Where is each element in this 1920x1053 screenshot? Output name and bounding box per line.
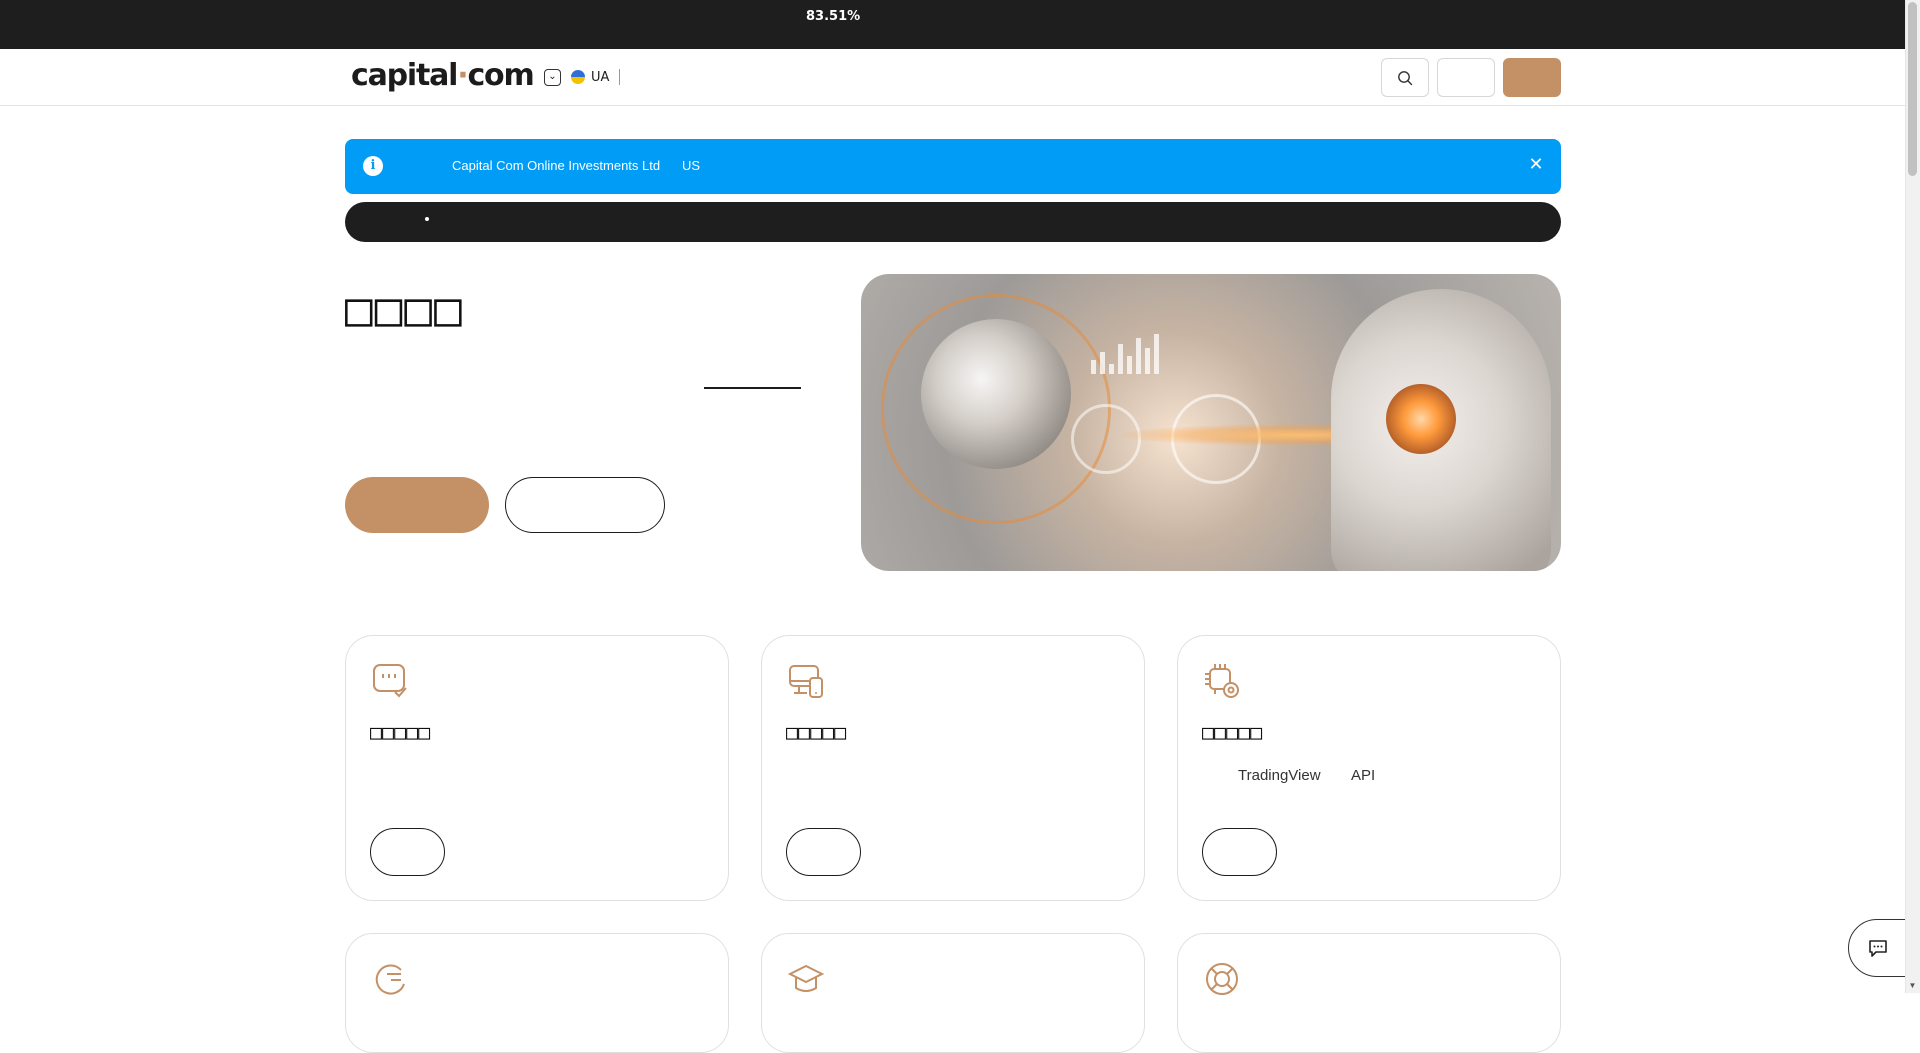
card-learn-more-button[interactable] bbox=[1202, 828, 1277, 876]
header-divider bbox=[619, 69, 621, 85]
card-title: □□□□□ bbox=[1202, 720, 1263, 744]
info-banner: i Capital Com Online Investments Ltd US … bbox=[345, 139, 1561, 194]
site-header: capital·com ⌄ UA bbox=[0, 49, 1905, 106]
feature-card: □□□□□ TradingView API bbox=[1177, 635, 1561, 901]
card-title: □□□□□ bbox=[370, 720, 431, 744]
chevron-down-icon[interactable]: ⌄ bbox=[544, 68, 561, 86]
devices-icon bbox=[789, 665, 823, 698]
feature-card bbox=[761, 933, 1145, 1053]
card-description-api: API bbox=[1351, 767, 1376, 784]
capital-com-logo[interactable]: capital·com bbox=[351, 58, 535, 93]
card-description-tradingview: TradingView bbox=[1238, 767, 1321, 784]
hero-secondary-button[interactable] bbox=[505, 477, 665, 533]
chat-bubble-icon bbox=[1869, 940, 1887, 957]
image-bar-graphic bbox=[1091, 334, 1161, 374]
image-ring bbox=[1071, 404, 1141, 474]
top-status-bar: 83.51% bbox=[0, 0, 1905, 49]
search-icon bbox=[1398, 70, 1413, 85]
banner-text: Capital Com Online Investments Ltd bbox=[452, 158, 661, 173]
scrollbar-thumb[interactable] bbox=[1908, 2, 1917, 176]
hero-underline bbox=[704, 387, 801, 389]
image-robot-eye bbox=[1386, 384, 1456, 454]
percent-indicator: 83.51% bbox=[806, 9, 861, 24]
logo-dot: · bbox=[457, 58, 468, 93]
feature-card bbox=[345, 933, 729, 1053]
language-code[interactable]: UA bbox=[591, 70, 609, 85]
graduation-cap-icon bbox=[787, 964, 825, 992]
refresh-list-icon bbox=[375, 964, 405, 995]
language-selector[interactable]: ⌄ UA bbox=[544, 65, 621, 89]
card-title: □□□□□ bbox=[786, 720, 847, 744]
hero-primary-button[interactable] bbox=[345, 477, 489, 533]
hero-title: □□□□ bbox=[345, 282, 464, 336]
chat-check-icon bbox=[373, 664, 407, 698]
hero-ai-robot-image bbox=[861, 274, 1561, 571]
feature-card: □□□□□ bbox=[761, 635, 1145, 901]
ukraine-flag-icon bbox=[571, 70, 585, 84]
image-globe bbox=[921, 319, 1071, 469]
sign-up-button[interactable] bbox=[1503, 58, 1561, 97]
chat-widget-button[interactable] bbox=[1848, 919, 1908, 977]
chip-gear-icon bbox=[1205, 664, 1239, 698]
feature-card bbox=[1177, 933, 1561, 1053]
info-icon: i bbox=[363, 156, 383, 176]
bullet-dot bbox=[425, 217, 429, 221]
search-button[interactable] bbox=[1381, 58, 1429, 97]
close-icon[interactable]: ✕ bbox=[1526, 154, 1546, 175]
scroll-down-arrow-icon[interactable]: ▼ bbox=[1905, 979, 1920, 993]
login-button[interactable] bbox=[1437, 58, 1495, 97]
lifebuoy-icon bbox=[1206, 963, 1238, 995]
logo-tail: com bbox=[467, 58, 534, 93]
banner-region: US bbox=[682, 158, 701, 173]
logo-main: capital bbox=[351, 58, 458, 93]
dark-notice-bar bbox=[345, 202, 1561, 242]
feature-card: □□□□□ bbox=[345, 635, 729, 901]
card-learn-more-button[interactable] bbox=[786, 828, 861, 876]
card-learn-more-button[interactable] bbox=[370, 828, 445, 876]
